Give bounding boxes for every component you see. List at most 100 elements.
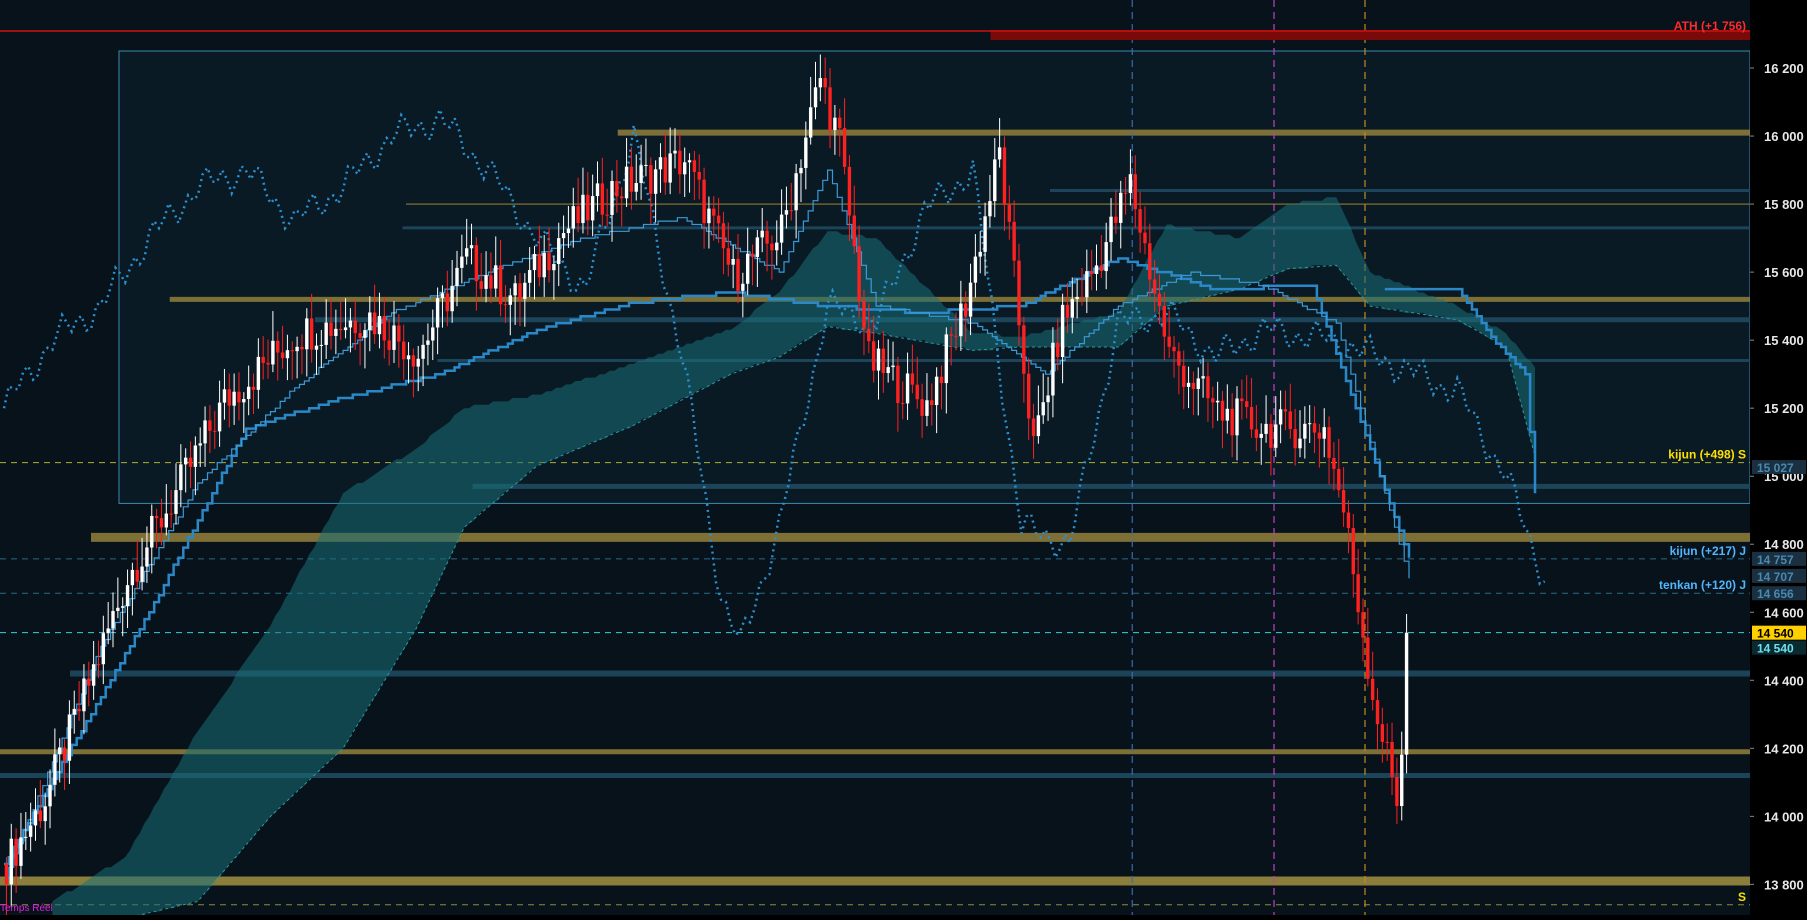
candle-body [552, 264, 556, 271]
candle-body [1240, 398, 1244, 402]
candle-body [876, 348, 881, 371]
candle-body [581, 194, 585, 224]
candle-body [295, 346, 299, 352]
candle-body [828, 87, 832, 131]
candle-body [852, 215, 856, 247]
candle-body [993, 159, 997, 202]
price-badge-label: 15 027 [1757, 461, 1794, 475]
candle-body [867, 328, 871, 342]
candle-body [1046, 395, 1050, 403]
candle-body [1211, 398, 1215, 403]
candle-body [571, 206, 575, 229]
candle-body [1385, 741, 1389, 743]
candle-body [1172, 346, 1176, 352]
candle-body [1056, 342, 1060, 358]
candle-body [547, 252, 551, 271]
candle-body [750, 253, 755, 257]
candle-body [1031, 418, 1036, 437]
candle-body [377, 315, 382, 335]
candle-body [508, 295, 512, 305]
candle-body [823, 78, 827, 88]
candle-body [983, 216, 987, 252]
candle-body [101, 633, 106, 665]
candle-body [934, 376, 939, 406]
candle-body [1337, 468, 1341, 491]
candle-body [116, 607, 120, 612]
axis-tick-label: 14 400 [1764, 673, 1804, 688]
candle [1404, 613, 1409, 774]
candle-body [188, 457, 193, 467]
candle-body [353, 320, 357, 334]
candle-body [915, 384, 919, 400]
candle-body [1104, 242, 1108, 272]
candle-body [1080, 296, 1084, 298]
annotation-label: kijun (+498) S [1668, 448, 1746, 462]
candle-body [324, 322, 328, 345]
candle-body [1191, 382, 1196, 389]
candlestick-chart[interactable]: 16 200 16 000 15 800 15 600 15 400 15 200 15 0… [0, 0, 1807, 920]
candle-body [1036, 415, 1041, 437]
candle-body [1341, 490, 1346, 513]
candle-body [1201, 376, 1205, 379]
candle-body [1327, 427, 1331, 458]
candle-body [82, 678, 86, 712]
candle-body [620, 196, 624, 199]
candle-body [1114, 216, 1118, 223]
candle-body [1099, 265, 1104, 272]
candle-body [227, 389, 231, 406]
candle-body [28, 825, 33, 837]
candle-body [503, 304, 508, 306]
candle-body [794, 173, 798, 211]
candle-body [1089, 271, 1094, 275]
candle-body [1060, 304, 1065, 358]
candle-body [1094, 265, 1099, 275]
axis-tick-label: 14 200 [1764, 741, 1804, 756]
candle-body [479, 281, 483, 289]
candle-body [1322, 427, 1326, 439]
candle-body [789, 210, 793, 212]
candle-body [135, 569, 139, 582]
candle-body [1249, 407, 1254, 430]
candle-body [542, 252, 546, 278]
candle-body [910, 373, 915, 385]
price-badge: 14 757 [1752, 551, 1806, 567]
candle-body [1206, 376, 1210, 399]
candle-body [697, 171, 701, 180]
axis-tick-label: 15 400 [1764, 333, 1804, 348]
candle-body [121, 606, 125, 608]
candle-body [959, 303, 963, 337]
candle-body [765, 230, 769, 244]
candle-body [692, 160, 697, 172]
candle-body [1312, 423, 1317, 433]
candle-body [67, 714, 72, 761]
candle-body [518, 283, 522, 299]
annotation-label: tenkan (+120) J [1659, 578, 1746, 592]
candle-body [198, 443, 202, 446]
candle-body [1400, 754, 1404, 807]
candle-body [494, 265, 498, 289]
candle-body [1278, 409, 1283, 425]
candle-body [755, 237, 760, 257]
candle-body [256, 356, 261, 390]
candle-body [1012, 221, 1016, 261]
candle-body [1162, 306, 1167, 337]
candle-body [1119, 192, 1123, 223]
candle-body [464, 248, 469, 257]
candle-body [484, 275, 488, 289]
candle-body [1390, 741, 1394, 777]
candle-body [784, 210, 789, 215]
candle-body [532, 253, 537, 271]
candle-body [309, 318, 314, 350]
candle-body [973, 256, 978, 283]
candle-body [1109, 216, 1113, 243]
candle-body [276, 340, 280, 353]
candle-body [1380, 724, 1385, 742]
candle-body [1288, 411, 1292, 430]
candle-body [954, 335, 958, 337]
candle-body [217, 402, 222, 432]
candle-body [1148, 243, 1152, 280]
candle-body [523, 282, 527, 299]
candle-body [1123, 192, 1128, 194]
candle-body [905, 373, 910, 404]
candle-body [368, 312, 372, 331]
